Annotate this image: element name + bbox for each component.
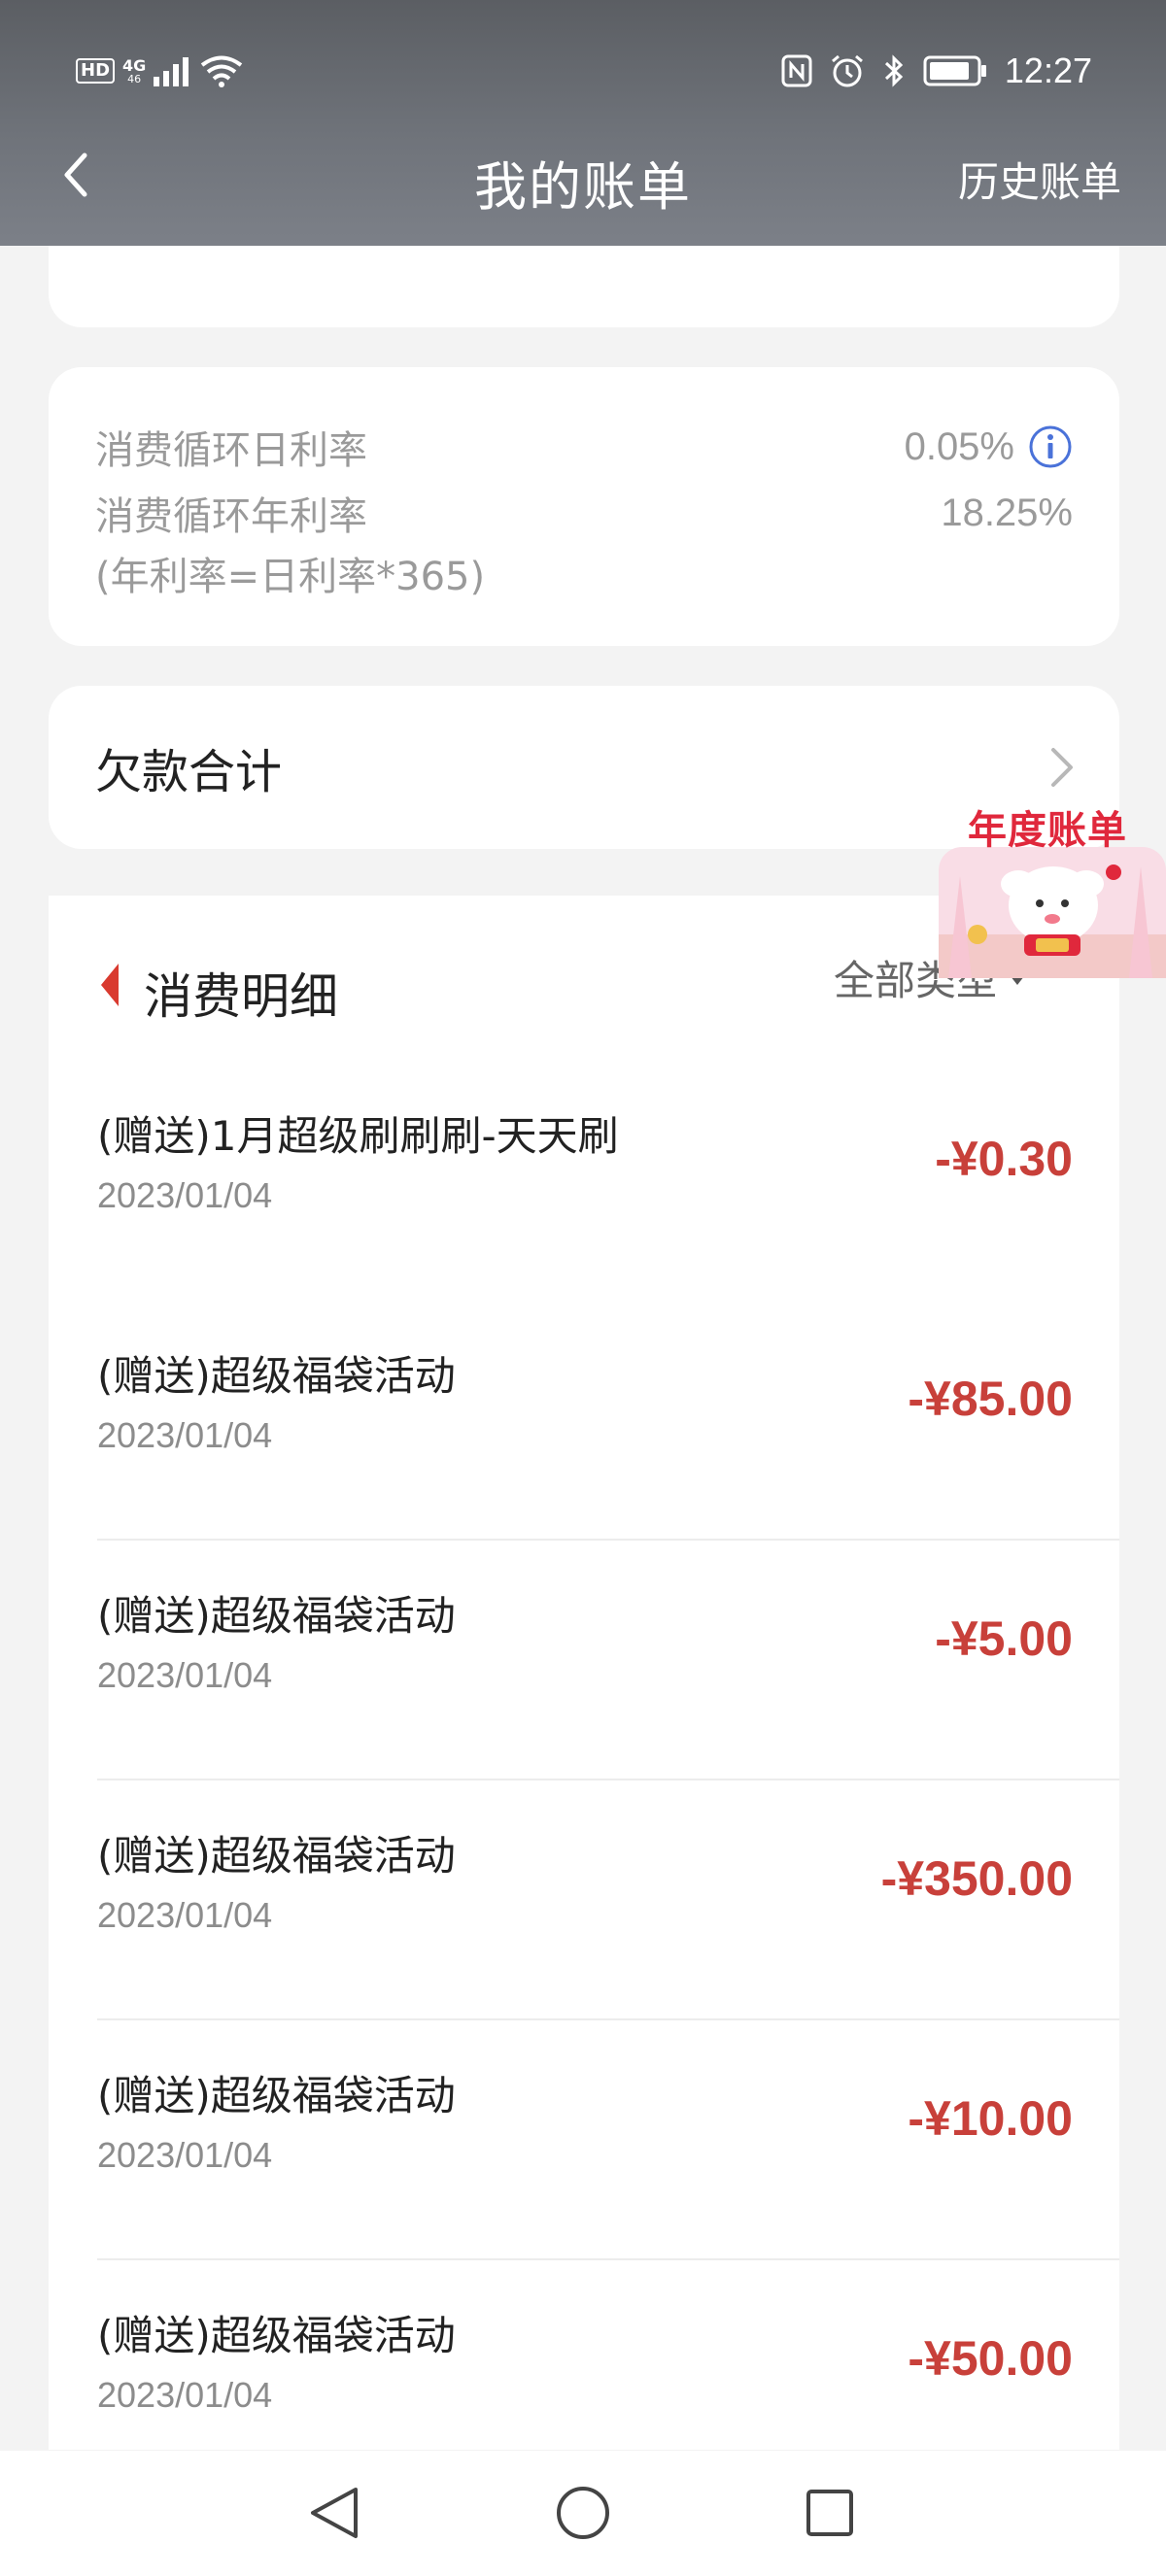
history-bills-link[interactable]: 历史账单: [958, 150, 1121, 209]
rate-formula-note: (年利率=日利率*365): [95, 555, 486, 599]
transaction-amount: -¥5.00: [935, 1611, 1073, 1666]
daily-rate-value: 0.05%: [904, 424, 1014, 468]
status-time: 12:27: [1004, 51, 1092, 90]
transaction-item[interactable]: (赠送)超级福袋活动 2023/01/04 -¥10.00: [49, 2020, 1119, 2260]
network-indicator: 4G 46: [122, 55, 147, 85]
daily-rate-value-group: 0.05%: [905, 424, 1073, 469]
transaction-date: 2023/01/04: [97, 2375, 273, 2415]
summary-card-bottom: [49, 246, 1119, 327]
square-recents-icon: [806, 2490, 853, 2536]
nav-bar: 我的账单 历史账单: [0, 126, 1166, 223]
section-marker-icon: [101, 964, 119, 1006]
transaction-date: 2023/01/04: [97, 1655, 273, 1695]
app-header: HD 4G 46 12:27 我的账单 历史账单: [0, 0, 1166, 246]
nav-back-button[interactable]: [299, 2478, 369, 2548]
details-title: 消费明细: [144, 968, 338, 1025]
triangle-back-icon: [311, 2488, 358, 2538]
nav-home-button[interactable]: [548, 2478, 618, 2548]
alarm-icon: [831, 54, 863, 87]
annual-rate-value: 18.25%: [941, 491, 1073, 534]
signal-icon: [154, 57, 189, 86]
transaction-amount: -¥350.00: [880, 1851, 1073, 1906]
annual-bill-promo[interactable]: 年度账单: [939, 789, 1166, 978]
transaction-name: (赠送)1月超级刷刷刷-天天刷: [97, 1112, 619, 1160]
annual-rate-label: 消费循环年利率: [95, 494, 367, 539]
nav-recents-button[interactable]: [795, 2478, 865, 2548]
interest-rate-card: 消费循环日利率 0.05% 消费循环年利率 18.25% (年利率=日利率*36…: [49, 367, 1119, 646]
transaction-amount: -¥10.00: [908, 2091, 1073, 2146]
network-sub-label: 46: [127, 72, 142, 85]
nfc-icon: [781, 54, 812, 87]
battery-icon: [923, 55, 986, 86]
transaction-name: (赠送)超级福袋活动: [97, 2312, 456, 2359]
network-label: 4G: [122, 55, 147, 75]
transaction-item[interactable]: (赠送)超级福袋活动 2023/01/04 -¥85.00: [49, 1301, 1119, 1541]
bluetooth-icon: [884, 54, 904, 87]
daily-rate-row: 消费循环日利率 0.05%: [95, 414, 1073, 480]
status-right: 12:27: [781, 51, 1092, 91]
transaction-amount: -¥50.00: [908, 2331, 1073, 2386]
total-debt-label: 欠款合计: [95, 745, 283, 799]
annual-rate-row: 消费循环年利率 18.25%: [95, 480, 1073, 546]
transaction-name: (赠送)超级福袋活动: [97, 1352, 456, 1400]
transaction-name: (赠送)超级福袋活动: [97, 2072, 456, 2119]
transaction-date: 2023/01/04: [97, 1895, 273, 1935]
system-navigation-bar: [0, 2451, 1166, 2576]
transaction-details-card: 消费明细 全部类型 (赠送)1月超级刷刷刷-天天刷 2023/01/04 -¥0…: [49, 896, 1119, 2450]
transaction-amount: -¥85.00: [908, 1372, 1073, 1426]
transaction-date: 2023/01/04: [97, 1175, 273, 1215]
transaction-item[interactable]: (赠送)超级福袋活动 2023/01/04 -¥350.00: [49, 1780, 1119, 2020]
status-left: HD 4G 46: [76, 54, 243, 87]
transaction-name: (赠送)超级福袋活动: [97, 1832, 456, 1880]
transaction-amount: -¥0.30: [935, 1132, 1073, 1186]
transaction-item[interactable]: (赠送)超级福袋活动 2023/01/04 -¥5.00: [49, 1541, 1119, 1780]
status-bar: HD 4G 46 12:27: [0, 0, 1166, 146]
transaction-date: 2023/01/04: [97, 2135, 273, 2175]
daily-rate-label: 消费循环日利率: [95, 428, 367, 473]
annual-bill-label: 年度账单: [968, 808, 1127, 853]
transaction-date: 2023/01/04: [97, 1415, 273, 1455]
transaction-item[interactable]: (赠送)1月超级刷刷刷-天天刷 2023/01/04 -¥0.30: [49, 1061, 1119, 1301]
transaction-name: (赠送)超级福袋活动: [97, 1592, 456, 1640]
info-icon[interactable]: [1028, 424, 1073, 469]
wifi-icon: [201, 55, 243, 87]
hd-badge: HD: [76, 58, 116, 84]
circle-home-icon: [557, 2487, 609, 2539]
chevron-right-icon: [1051, 748, 1073, 787]
transaction-list: (赠送)1月超级刷刷刷-天天刷 2023/01/04 -¥0.30 (赠送)超级…: [49, 1061, 1119, 2500]
